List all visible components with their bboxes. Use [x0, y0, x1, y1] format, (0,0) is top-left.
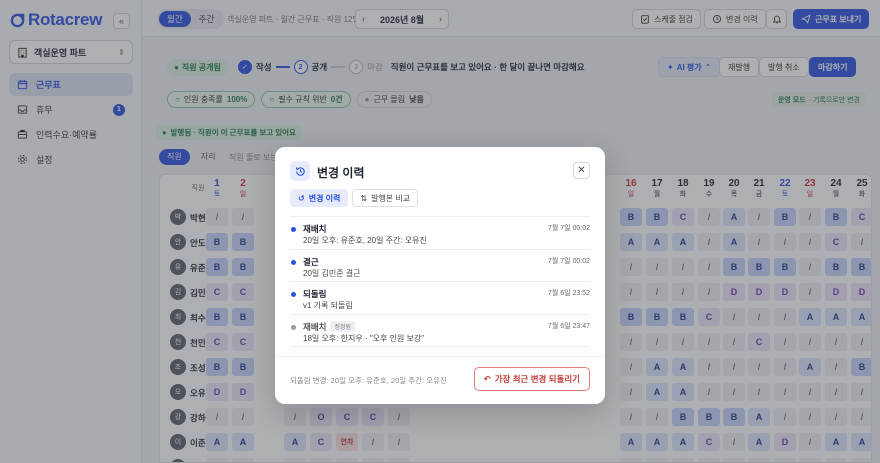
- history-item[interactable]: 결근 20일 김민준 결근 7월 7일 00:02: [290, 250, 590, 282]
- history-icon: ↺: [298, 193, 305, 203]
- history-action: 결근: [303, 256, 319, 268]
- modal-title: 변경 이력: [317, 166, 365, 180]
- revert-preview-note: 되돌림 변경: 20일 오후: 유준호, 20일 주간: 오유진: [290, 376, 447, 385]
- corrected-tag: 정정됨: [330, 321, 356, 332]
- history-item[interactable]: 재배치 20일 오후: 유준호, 20일 주간: 오유진 7월 7일 00:02: [290, 217, 590, 250]
- history-time: 7월 6일 23:47: [547, 322, 590, 330]
- history-icon: [290, 161, 310, 181]
- history-detail: v1 기록 되돌림: [303, 301, 353, 310]
- history-item[interactable]: 되돌림 v1 기록 되돌림 7월 6일 23:52: [290, 282, 590, 315]
- history-time: 7월 7일 00:02: [547, 257, 590, 265]
- history-item[interactable]: 재배치 정정됨 18일 오후: 한지우 · "오후 인원 보강" 7월 6일 2…: [290, 315, 590, 347]
- revert-latest-button[interactable]: ↶ 가장 최근 변경 되돌리기: [473, 367, 590, 391]
- history-action: 재배치 정정됨: [303, 321, 356, 333]
- close-modal-button[interactable]: ✕: [573, 162, 590, 179]
- close-icon: ✕: [577, 165, 586, 176]
- history-time: 7월 7일 00:02: [547, 225, 590, 232]
- history-action: 되돌림: [303, 288, 326, 300]
- undo-icon: ↶: [483, 373, 491, 384]
- tab-history-label: 변경 이력: [308, 193, 341, 203]
- history-action: 재배치: [303, 223, 326, 235]
- history-dot: [291, 227, 296, 232]
- history-action-label: 재배치: [303, 321, 327, 332]
- modal-tabs: ↺ 변경 이력 ⇅ 발행본 비교: [290, 189, 419, 207]
- history-modal: 변경 이력 ✕ ↺ 변경 이력 ⇅ 발행본 비교 재배치 20일 오후: 유준호…: [275, 147, 605, 404]
- history-action-label: 결근: [303, 256, 319, 267]
- swap-icon: ⇅: [360, 193, 368, 203]
- modal-footer: 되돌림 변경: 20일 오후: 유준호, 20일 주간: 오유진 ↶ 가장 최근…: [275, 356, 605, 404]
- tab-compare-label: 발행본 비교: [371, 193, 411, 203]
- history-detail: 20일 김민준 결근: [303, 268, 361, 278]
- history-detail: 18일 오후: 한지우 · "오후 인원 보강": [303, 333, 425, 343]
- history-detail: 20일 오후: 유준호, 20일 주간: 오유진: [303, 236, 427, 245]
- history-action-label: 재배치: [303, 224, 327, 234]
- history-list: 재배치 20일 오후: 유준호, 20일 주간: 오유진 7월 7일 00:02…: [290, 216, 590, 347]
- history-action-label: 되돌림: [303, 289, 327, 299]
- tab-history[interactable]: ↺ 변경 이력: [290, 189, 349, 207]
- history-dot: [291, 292, 296, 297]
- history-dot: [291, 259, 296, 265]
- history-time: 7월 6일 23:52: [547, 290, 590, 297]
- revert-latest-label: 가장 최근 변경 되돌리기: [494, 374, 580, 384]
- history-dot: [291, 324, 296, 330]
- tab-compare[interactable]: ⇅ 발행본 비교: [352, 189, 419, 207]
